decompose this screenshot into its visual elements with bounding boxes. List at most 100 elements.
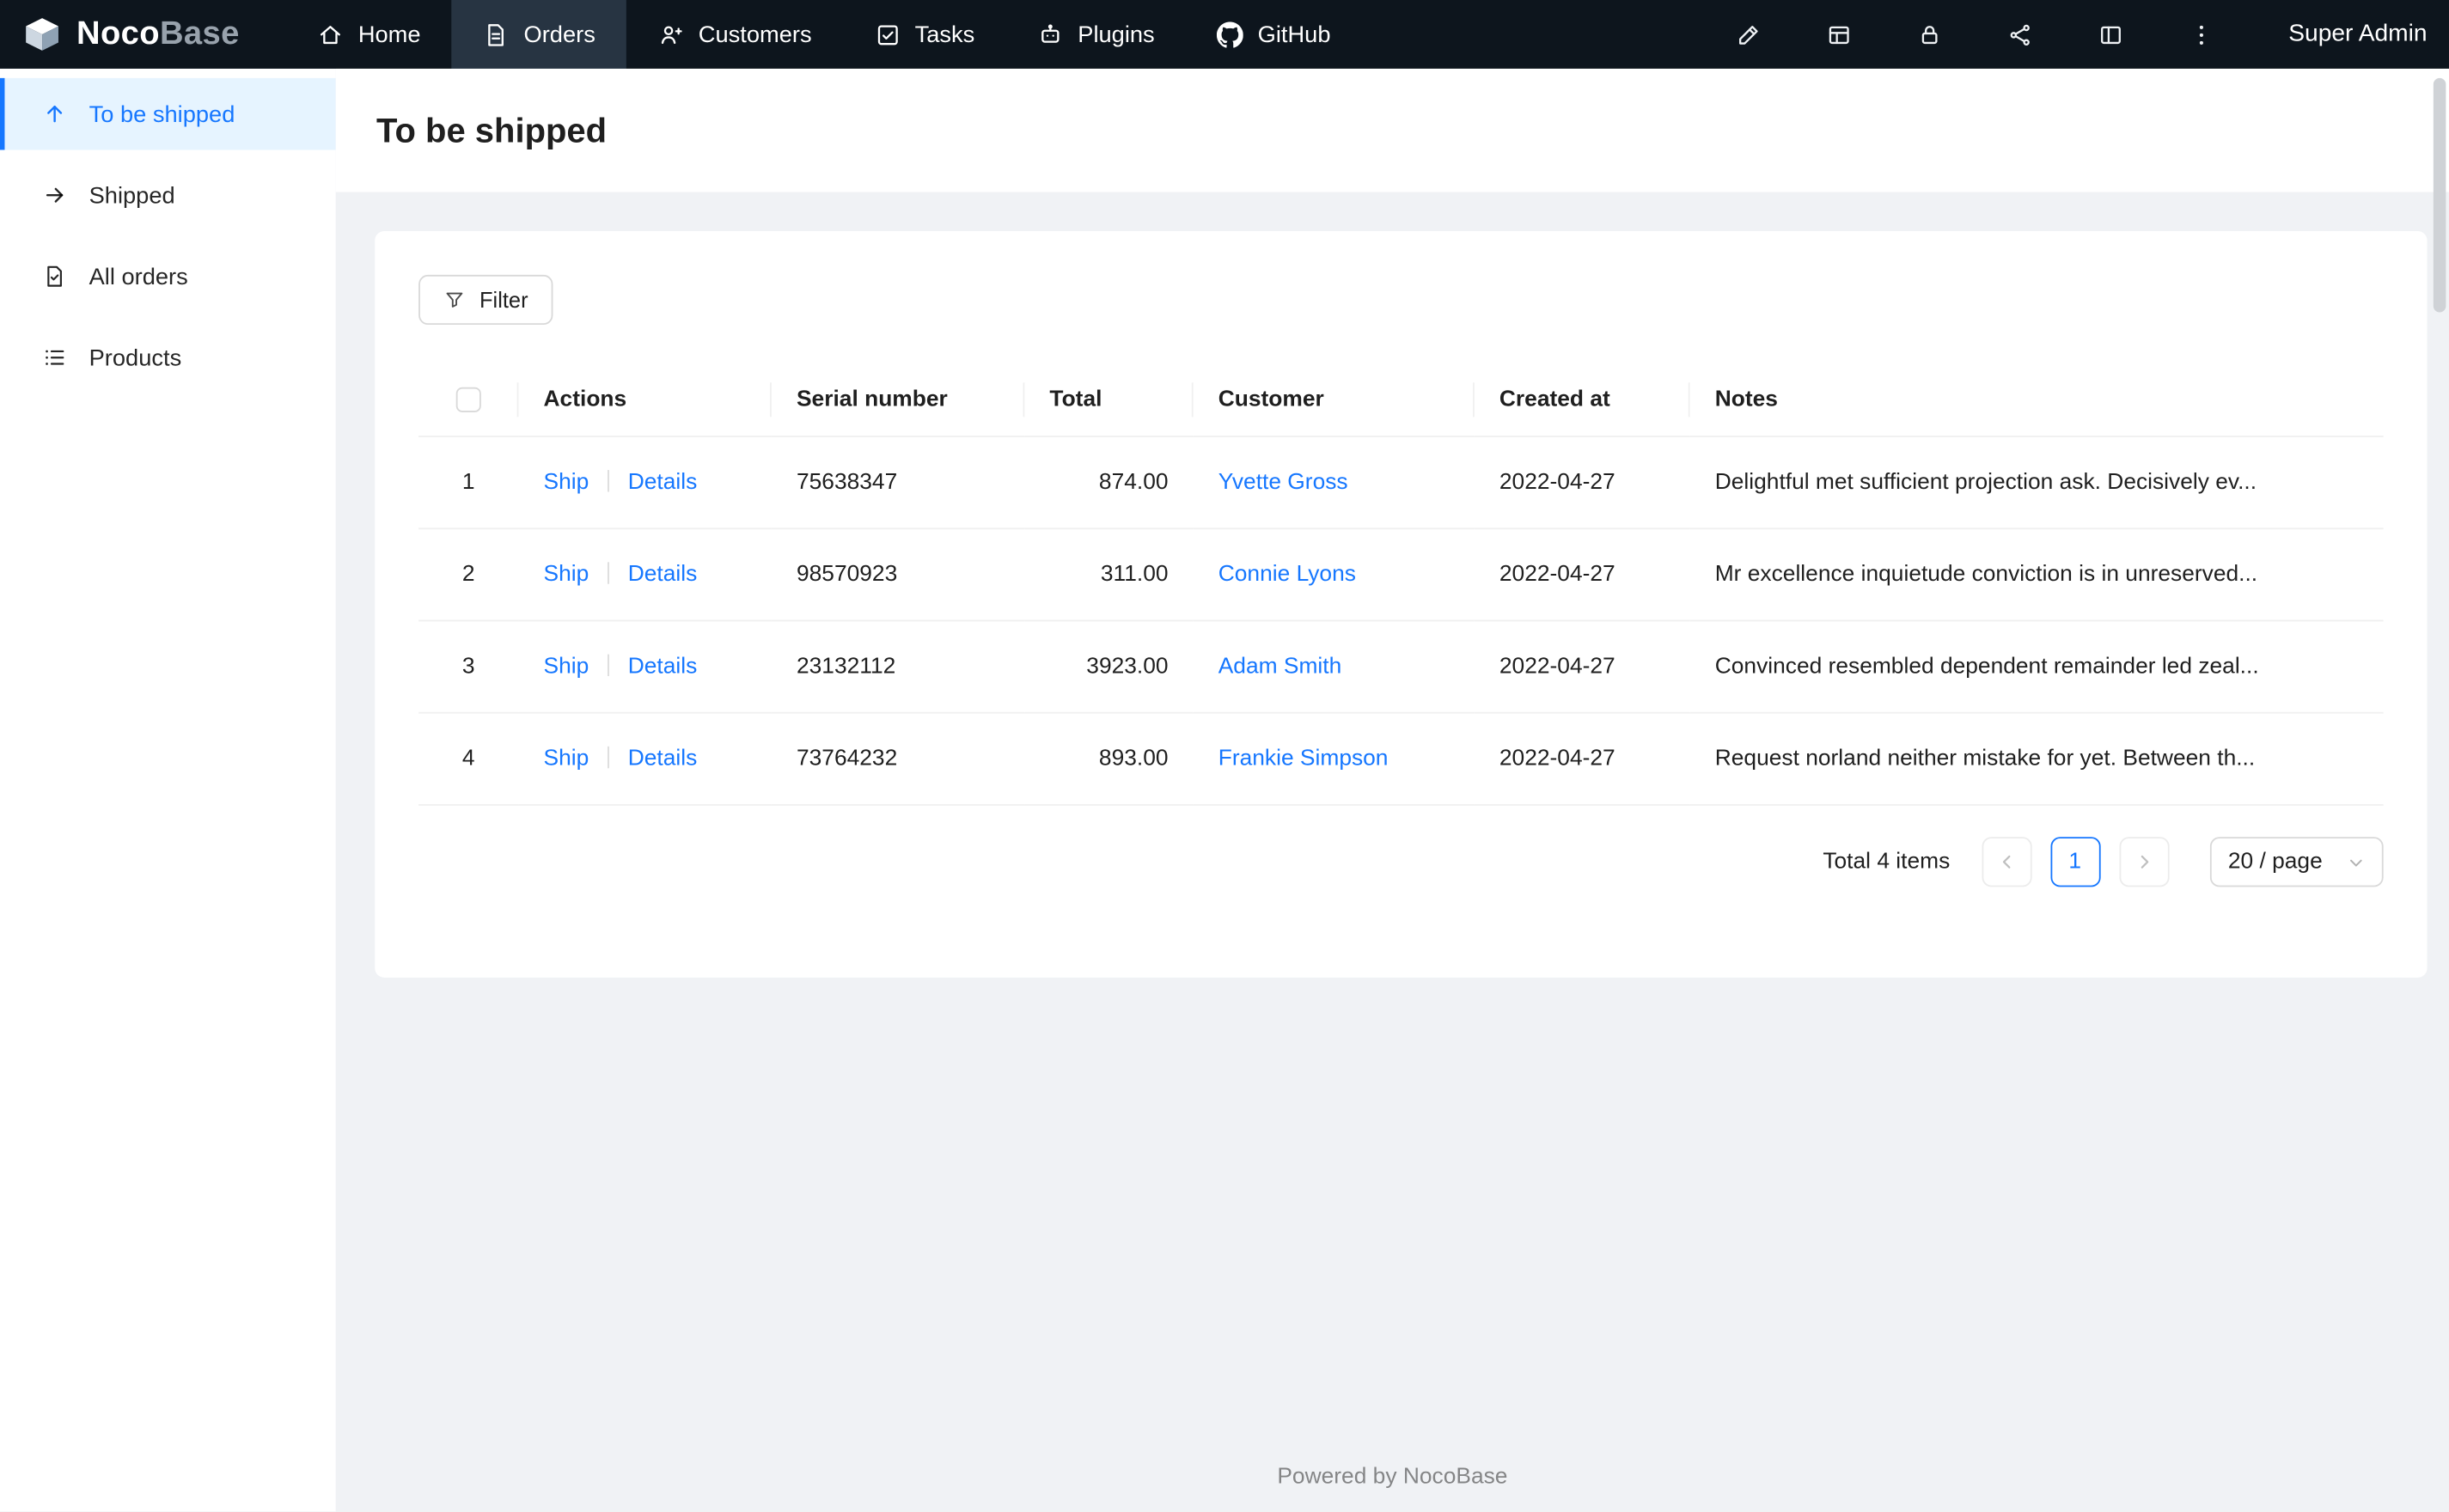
row-index: 2 bbox=[418, 528, 519, 622]
page-header: To be shipped bbox=[335, 68, 2449, 192]
column-header-actions[interactable]: Actions bbox=[518, 363, 772, 438]
customer-link[interactable]: Frankie Simpson bbox=[1218, 747, 1389, 771]
pagination: Total 4 items 1 20 / page bbox=[418, 837, 2384, 887]
created-at-cell: 2022-04-27 bbox=[1474, 620, 1690, 714]
table-row: 3 Ship Details 23132112 3923.00 Adam Smit… bbox=[418, 620, 2384, 714]
ship-link[interactable]: Ship bbox=[544, 747, 589, 771]
created-at-cell: 2022-04-27 bbox=[1474, 528, 1690, 622]
plugins-icon bbox=[1037, 21, 1064, 48]
details-link[interactable]: Details bbox=[628, 655, 698, 680]
total-cell: 311.00 bbox=[1024, 528, 1194, 622]
app-root: NocoBase Home Orders Customers Tasks Plu… bbox=[0, 0, 2449, 1512]
footer: Powered by NocoBase bbox=[336, 1440, 2449, 1512]
table-row: 2 Ship Details 98570923 311.00 Connie Lyo… bbox=[418, 528, 2384, 622]
home-icon bbox=[318, 21, 345, 48]
column-header-customer[interactable]: Customer bbox=[1193, 363, 1475, 438]
sidebar-item-label: To be shipped bbox=[89, 101, 235, 128]
column-header-serial-number[interactable]: Serial number bbox=[771, 363, 1025, 438]
serial-cell: 75638347 bbox=[771, 436, 1025, 530]
column-header-notes[interactable]: Notes bbox=[1689, 363, 2384, 438]
ship-link[interactable]: Ship bbox=[544, 470, 589, 495]
nav-item-home[interactable]: Home bbox=[286, 0, 452, 69]
github-icon bbox=[1217, 21, 1244, 48]
details-link[interactable]: Details bbox=[628, 747, 698, 771]
sidebar: To be shipped Shipped All orders Product… bbox=[0, 68, 336, 1512]
top-nav: NocoBase Home Orders Customers Tasks Plu… bbox=[0, 0, 2449, 69]
nav-label: Plugins bbox=[1078, 21, 1155, 48]
nav-item-orders[interactable]: Orders bbox=[451, 0, 627, 69]
action-divider bbox=[608, 654, 609, 677]
page-size-select[interactable]: 20 / page bbox=[2209, 837, 2384, 887]
nav-label: Tasks bbox=[914, 21, 975, 48]
notes-cell: Delightful met sufficient projection ask… bbox=[1689, 436, 2384, 530]
sidebar-item-label: All orders bbox=[89, 263, 188, 290]
orders-card: Filter Actions Serial number Total Custo… bbox=[375, 231, 2428, 978]
serial-cell: 23132112 bbox=[771, 620, 1025, 714]
previous-page-button[interactable] bbox=[1981, 837, 2031, 887]
serial-cell: 73764232 bbox=[771, 713, 1025, 807]
arrow-up-icon bbox=[42, 101, 67, 126]
main-area: To be shipped Filter Actions Serial numb… bbox=[335, 68, 2449, 1512]
sidebar-item-label: Products bbox=[89, 344, 182, 371]
customer-link[interactable]: Adam Smith bbox=[1218, 655, 1342, 680]
table-row: 4 Ship Details 73764232 893.00 Frankie Si… bbox=[418, 713, 2384, 807]
customers-icon bbox=[658, 21, 685, 48]
orders-table: Actions Serial number Total Customer Cre… bbox=[418, 363, 2384, 807]
logo-text: NocoBase bbox=[76, 15, 240, 52]
nav-item-plugins[interactable]: Plugins bbox=[1006, 0, 1186, 69]
ship-link[interactable]: Ship bbox=[544, 563, 589, 588]
customer-link[interactable]: Connie Lyons bbox=[1218, 563, 1356, 588]
page-number-button[interactable]: 1 bbox=[2049, 837, 2100, 887]
details-link[interactable]: Details bbox=[628, 563, 698, 588]
column-header-total[interactable]: Total bbox=[1024, 363, 1194, 438]
sidebar-item-products[interactable]: Products bbox=[0, 321, 336, 393]
sidebar-item-all-orders[interactable]: All orders bbox=[0, 241, 336, 313]
total-cell: 3923.00 bbox=[1024, 620, 1194, 714]
sidebar-item-shipped[interactable]: Shipped bbox=[0, 159, 336, 231]
select-all-checkbox[interactable] bbox=[455, 387, 481, 413]
nocobase-logo-icon bbox=[21, 14, 62, 54]
nav-label: GitHub bbox=[1257, 21, 1331, 48]
created-at-cell: 2022-04-27 bbox=[1474, 436, 1690, 530]
scrollbar-thumb[interactable] bbox=[2433, 77, 2446, 313]
nav-label: Customers bbox=[698, 21, 812, 48]
action-divider bbox=[608, 562, 609, 585]
nav-label: Home bbox=[357, 21, 421, 48]
logo[interactable]: NocoBase bbox=[21, 0, 248, 69]
sidebar-item-label: Shipped bbox=[89, 181, 175, 209]
nav-item-github[interactable]: GitHub bbox=[1186, 0, 1362, 69]
main-nav: Home Orders Customers Tasks Plugins GitH… bbox=[286, 0, 1362, 69]
customer-link[interactable]: Yvette Gross bbox=[1218, 470, 1348, 495]
ship-link[interactable]: Ship bbox=[544, 655, 589, 680]
table-header-row: Actions Serial number Total Customer Cre… bbox=[418, 363, 2384, 438]
footer-text: Powered by NocoBase bbox=[1277, 1464, 1508, 1490]
column-header-created-at[interactable]: Created at bbox=[1474, 363, 1690, 438]
details-link[interactable]: Details bbox=[628, 470, 698, 495]
collections-icon[interactable] bbox=[1826, 21, 1853, 48]
sidebar-item-to-be-shipped[interactable]: To be shipped bbox=[0, 77, 336, 150]
user-menu[interactable]: Super Admin bbox=[2288, 21, 2427, 49]
filter-icon bbox=[443, 289, 465, 310]
list-icon bbox=[42, 345, 67, 370]
page-title: To be shipped bbox=[376, 111, 608, 150]
action-divider bbox=[608, 470, 609, 492]
layout-icon[interactable] bbox=[2098, 21, 2124, 48]
next-page-button[interactable] bbox=[2118, 837, 2169, 887]
lock-icon[interactable] bbox=[1917, 21, 1944, 48]
filter-button[interactable]: Filter bbox=[418, 274, 553, 326]
notes-cell: Mr excellence inquietude conviction is i… bbox=[1689, 528, 2384, 622]
row-index: 3 bbox=[418, 620, 519, 714]
scrollbar[interactable] bbox=[2433, 77, 2446, 1505]
table-row: 1 Ship Details 75638347 874.00 Yvette Gro… bbox=[418, 436, 2384, 530]
row-index: 4 bbox=[418, 713, 519, 807]
order-file-icon bbox=[42, 264, 67, 289]
nav-item-customers[interactable]: Customers bbox=[626, 0, 843, 69]
ui-editor-icon[interactable] bbox=[1736, 21, 1762, 48]
workflow-icon[interactable] bbox=[2007, 21, 2034, 48]
nav-item-tasks[interactable]: Tasks bbox=[843, 0, 1006, 69]
chevron-down-icon bbox=[2348, 854, 2365, 871]
more-icon[interactable] bbox=[2189, 21, 2215, 48]
row-index: 1 bbox=[418, 436, 519, 530]
action-divider bbox=[608, 747, 609, 769]
total-cell: 874.00 bbox=[1024, 436, 1194, 530]
